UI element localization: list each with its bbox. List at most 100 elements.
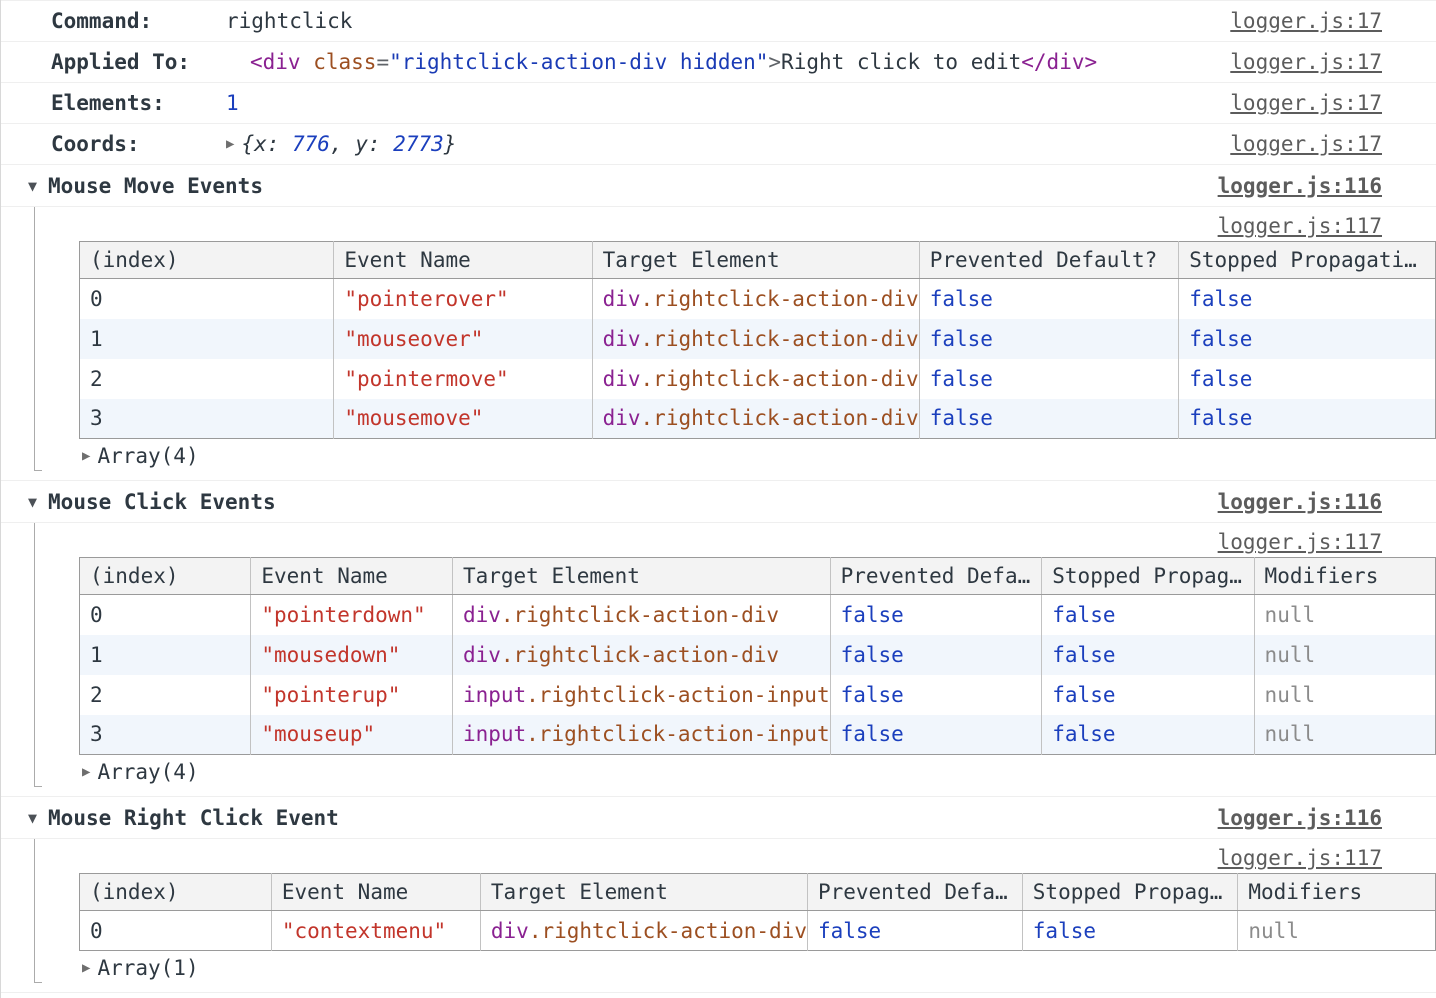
source-link[interactable]: logger.js:17 (1230, 9, 1382, 33)
cell-target-element: div.rightclick-action-div (592, 359, 919, 399)
cell-index: 1 (80, 319, 334, 359)
column-header-prevented-default[interactable]: Prevented Defa… (807, 874, 1022, 911)
cell-prevented-default: false (919, 399, 1179, 439)
column-header-prevented-default[interactable]: Prevented Defa… (830, 558, 1042, 595)
array-preview-toggle[interactable]: ▶ Array(1) (1, 951, 1436, 984)
expand-arrow-icon[interactable]: ▶ (82, 764, 90, 780)
column-header-index[interactable]: (index) (80, 874, 272, 911)
table-row: 2 "pointerup" input.rightclick-action-in… (80, 675, 1436, 715)
group-title: Mouse Right Click Event (48, 806, 339, 830)
html-open-tag: <div (250, 50, 301, 74)
cell-prevented-default: false (830, 675, 1042, 715)
cell-index: 3 (80, 715, 251, 755)
table-row: 3 "mousemove" div.rightclick-action-div … (80, 399, 1436, 439)
cell-stopped-propagation: false (1179, 279, 1436, 319)
column-header-index[interactable]: (index) (80, 242, 334, 279)
html-close-tag: </div> (1021, 50, 1097, 74)
cell-event-name: "mouseup" (251, 715, 453, 755)
cell-modifiers: null (1254, 715, 1435, 755)
cell-prevented-default: false (807, 911, 1022, 951)
html-inner-text: Right click to edit (781, 50, 1021, 74)
group-header-mouse-right-click-event[interactable]: ▼ Mouse Right Click Event logger.js:116 (1, 796, 1436, 838)
log-entry-command: Command: rightclick logger.js:17 (1, 0, 1436, 41)
cell-stopped-propagation: false (1179, 399, 1436, 439)
table-header-row: (index) Event Name Target Element Preven… (80, 242, 1436, 279)
group-header-mouse-move-events[interactable]: ▼ Mouse Move Events logger.js:116 (1, 164, 1436, 206)
column-header-prevented-default[interactable]: Prevented Default? (919, 242, 1179, 279)
devtools-console-panel: Command: rightclick logger.js:17 Applied… (0, 0, 1436, 998)
cell-prevented-default: false (830, 715, 1042, 755)
column-header-event-name[interactable]: Event Name (271, 874, 480, 911)
column-header-modifiers[interactable]: Modifiers (1254, 558, 1435, 595)
source-link[interactable]: logger.js:116 (1218, 806, 1382, 830)
source-link[interactable]: logger.js:117 (1218, 530, 1382, 554)
table-header-row: (index) Event Name Target Element Preven… (80, 558, 1436, 595)
expand-arrow-icon[interactable]: ▶ (82, 448, 90, 464)
column-header-modifiers[interactable]: Modifiers (1238, 874, 1436, 911)
cell-target-element: div.rightclick-action-div (480, 911, 807, 951)
cell-stopped-propagation: false (1179, 319, 1436, 359)
source-link[interactable]: logger.js:17 (1230, 132, 1382, 156)
group-header-mouse-click-events[interactable]: ▼ Mouse Click Events logger.js:116 (1, 480, 1436, 522)
array-preview-toggle[interactable]: ▶ Array(4) (1, 439, 1436, 472)
cell-prevented-default: false (919, 279, 1179, 319)
cell-event-name: "pointermove" (334, 359, 592, 399)
column-header-stopped-propagation[interactable]: Stopped Propag… (1022, 874, 1238, 911)
cell-stopped-propagation: false (1042, 595, 1254, 635)
cell-prevented-default: false (919, 319, 1179, 359)
applied-to-label: Applied To: (51, 50, 226, 74)
column-header-target-element[interactable]: Target Element (480, 874, 807, 911)
cell-target-element: div.rightclick-action-div (592, 319, 919, 359)
cell-event-name: "pointerdown" (251, 595, 453, 635)
collapse-triangle-icon[interactable]: ▼ (28, 177, 37, 195)
applied-to-element-preview[interactable]: <div class="rightclick-action-div hidden… (250, 50, 1097, 74)
brace-open: {x: (241, 132, 292, 156)
cell-stopped-propagation: false (1042, 635, 1254, 675)
cell-index: 2 (80, 359, 334, 399)
column-header-stopped-propagation[interactable]: Stopped Propag… (1042, 558, 1254, 595)
array-preview-label: Array(4) (97, 444, 198, 468)
coord-y-value: 2773 (393, 132, 444, 156)
source-link[interactable]: logger.js:116 (1218, 490, 1382, 514)
expand-arrow-icon[interactable]: ▶ (226, 136, 234, 152)
table-message-link-row: logger.js:117 (1, 523, 1436, 557)
html-attr-value: "rightclick-action-div hidden" (389, 50, 768, 74)
column-header-index[interactable]: (index) (80, 558, 251, 595)
collapse-triangle-icon[interactable]: ▼ (28, 809, 37, 827)
cell-stopped-propagation: false (1042, 675, 1254, 715)
brace-close: } (444, 132, 457, 156)
source-link[interactable]: logger.js:117 (1218, 214, 1382, 238)
html-attr-name: class (301, 50, 377, 74)
table-header-row: (index) Event Name Target Element Preven… (80, 874, 1436, 911)
elements-count: 1 (226, 91, 239, 115)
cell-event-name: "mousedown" (251, 635, 453, 675)
comma: , y: (330, 132, 393, 156)
column-header-target-element[interactable]: Target Element (452, 558, 830, 595)
collapse-triangle-icon[interactable]: ▼ (28, 493, 37, 511)
cell-target-element: div.rightclick-action-div (452, 635, 830, 675)
cell-prevented-default: false (830, 595, 1042, 635)
table-row: 3 "mouseup" input.rightclick-action-inpu… (80, 715, 1436, 755)
cell-stopped-propagation: false (1179, 359, 1436, 399)
cell-target-element: div.rightclick-action-div (452, 595, 830, 635)
column-header-stopped-propagation[interactable]: Stopped Propagati… (1179, 242, 1436, 279)
array-preview-toggle[interactable]: ▶ Array(4) (1, 755, 1436, 788)
source-link[interactable]: logger.js:17 (1230, 91, 1382, 115)
expand-arrow-icon[interactable]: ▶ (82, 960, 90, 976)
bottom-separator (1, 992, 1436, 998)
html-gt: > (768, 50, 781, 74)
source-link[interactable]: logger.js:17 (1230, 50, 1382, 74)
group-title: Mouse Move Events (48, 174, 263, 198)
log-entry-applied-to: Applied To: <div class="rightclick-actio… (1, 41, 1436, 82)
elements-label: Elements: (51, 91, 226, 115)
cell-modifiers: null (1238, 911, 1436, 951)
coords-object-preview[interactable]: {x: 776, y: 2773} (241, 132, 456, 156)
column-header-event-name[interactable]: Event Name (334, 242, 592, 279)
column-header-target-element[interactable]: Target Element (592, 242, 919, 279)
column-header-event-name[interactable]: Event Name (251, 558, 453, 595)
table-row: 0 "pointerdown" div.rightclick-action-di… (80, 595, 1436, 635)
source-link[interactable]: logger.js:116 (1218, 174, 1382, 198)
table-message-link-row: logger.js:117 (1, 207, 1436, 241)
cell-target-element: input.rightclick-action-input (452, 675, 830, 715)
source-link[interactable]: logger.js:117 (1218, 846, 1382, 870)
